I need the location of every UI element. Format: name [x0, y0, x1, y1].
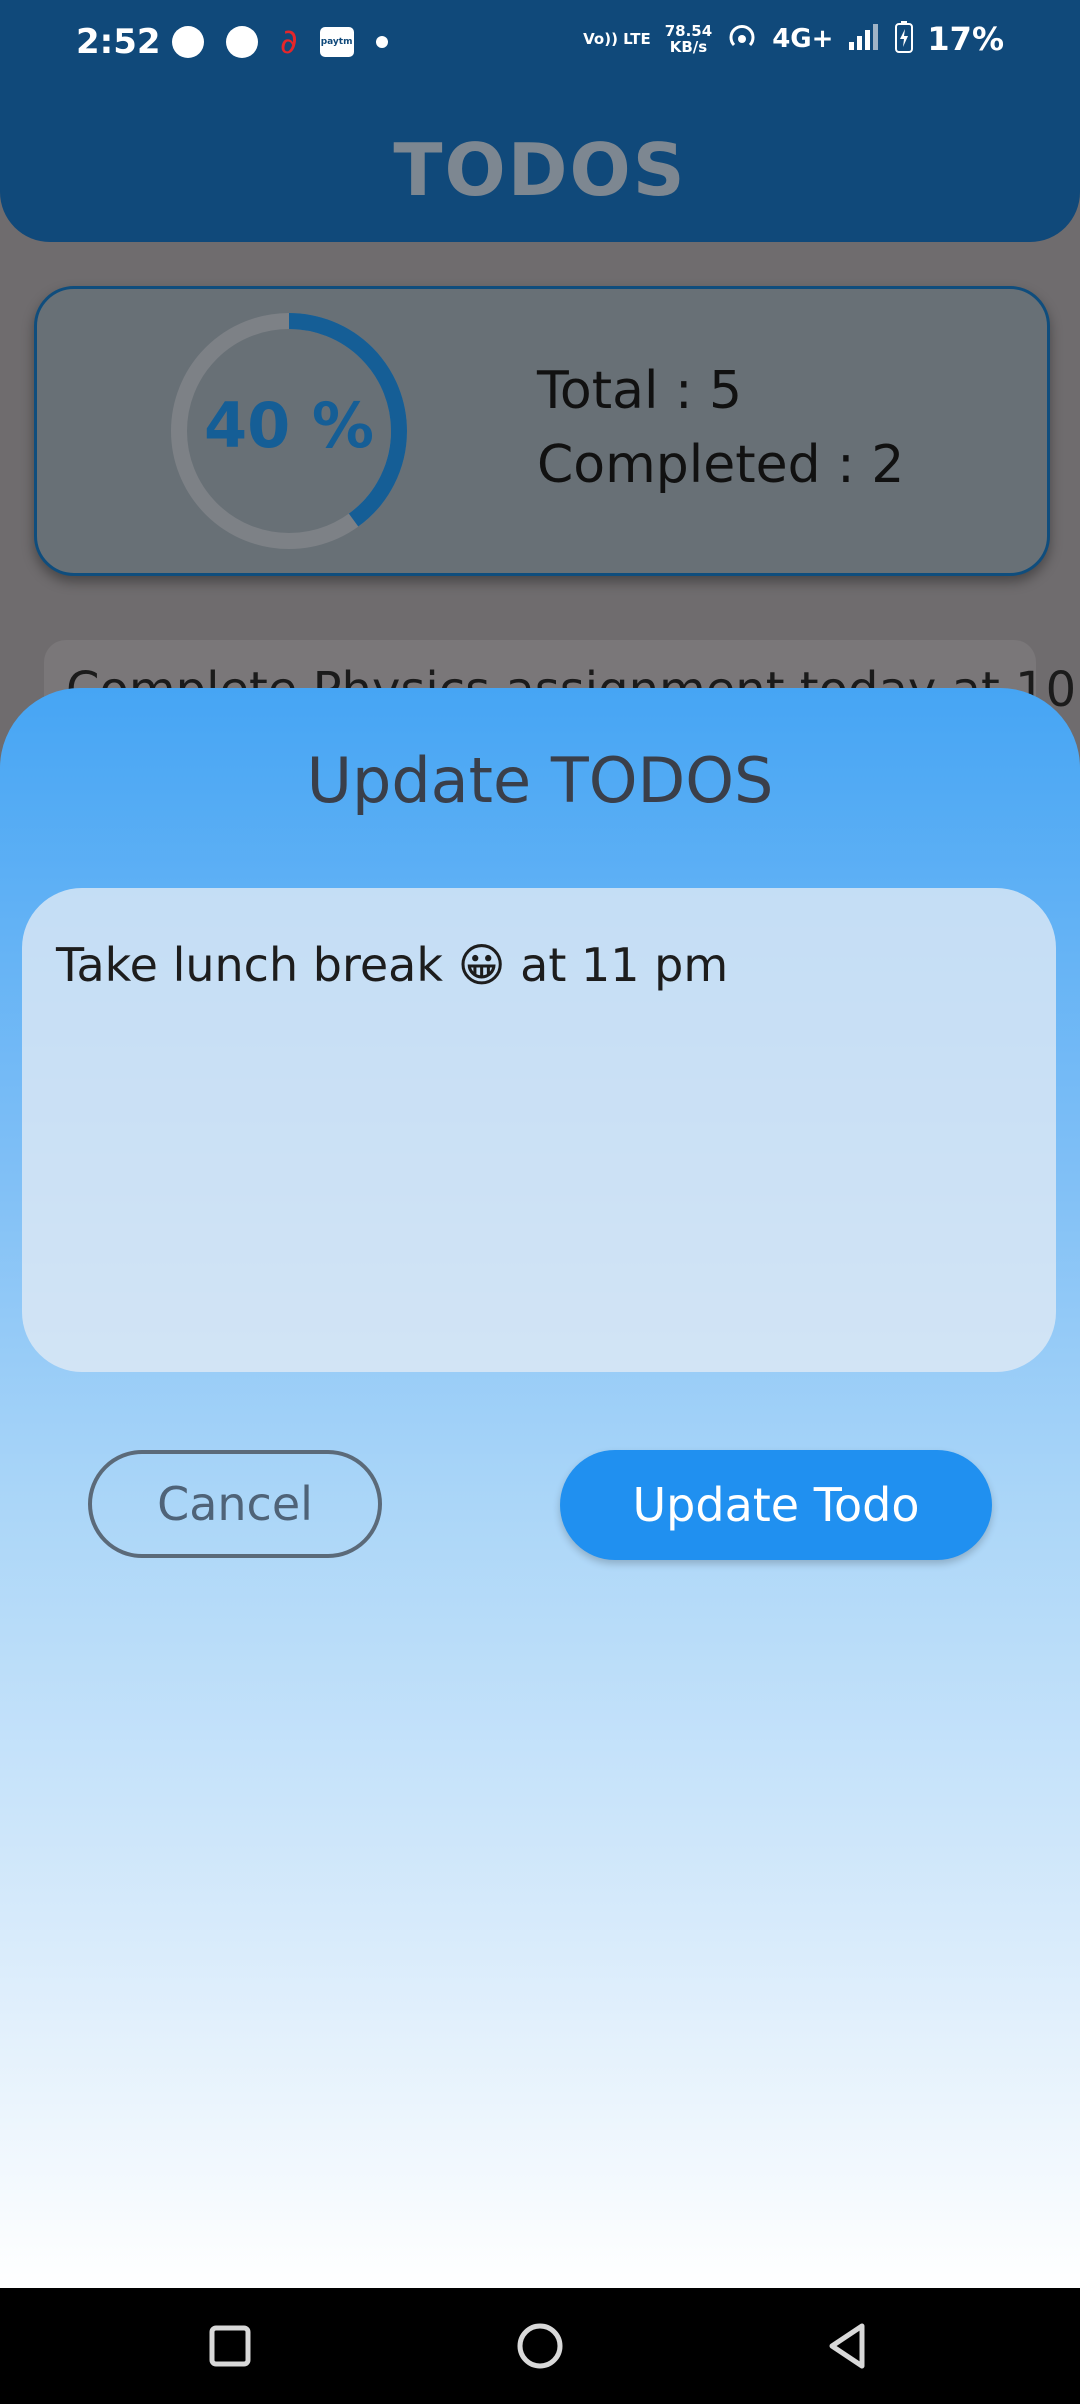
- network-speed-unit: KB/s: [669, 38, 708, 56]
- airtel-notification-icon: ∂: [280, 22, 298, 62]
- app-header: TODOS: [0, 92, 1080, 242]
- back-icon[interactable]: [820, 2318, 876, 2374]
- status-bar: 2:52 ∂ paytm Vo)) LTE 78.54 KB/s 4G+ 17%: [0, 0, 1080, 92]
- app-title: TODOS: [393, 128, 687, 212]
- app-notification-icon: [226, 26, 258, 58]
- completed-count: Completed : 2: [537, 435, 905, 495]
- progress-percent-label: 40 %: [204, 389, 374, 462]
- battery-icon: [895, 21, 914, 57]
- chat-notification-icon: [172, 26, 204, 58]
- network-type: 4G+: [772, 24, 834, 54]
- update-todo-button[interactable]: Update Todo: [560, 1450, 992, 1560]
- recents-icon[interactable]: [202, 2318, 258, 2374]
- notification-icons: ∂ paytm: [172, 22, 388, 62]
- sheet-title: Update TODOS: [306, 744, 774, 817]
- home-icon[interactable]: [512, 2318, 568, 2374]
- status-right: Vo)) LTE 78.54 KB/s 4G+ 17%: [583, 20, 1004, 58]
- volte-indicator: Vo)) LTE: [583, 30, 651, 48]
- signal-icon: [847, 22, 881, 56]
- hotspot-icon: [726, 21, 758, 57]
- stats-card: 40 % Total : 5 Completed : 2: [34, 286, 1050, 576]
- battery-percent: 17%: [927, 20, 1004, 58]
- more-notifications-dot-icon: [375, 36, 388, 48]
- todo-text-input[interactable]: Take lunch break 😀 at 11 pm: [22, 888, 1056, 1372]
- paytm-notification-icon: paytm: [319, 27, 354, 57]
- update-todo-sheet: Update TODOS Take lunch break 😀 at 11 pm…: [0, 688, 1080, 2288]
- network-speed: 78.54 KB/s: [665, 23, 712, 55]
- navigation-bar: [0, 2288, 1080, 2404]
- total-count: Total : 5: [537, 361, 743, 421]
- status-time: 2:52: [76, 22, 161, 62]
- cancel-button[interactable]: Cancel: [88, 1450, 382, 1558]
